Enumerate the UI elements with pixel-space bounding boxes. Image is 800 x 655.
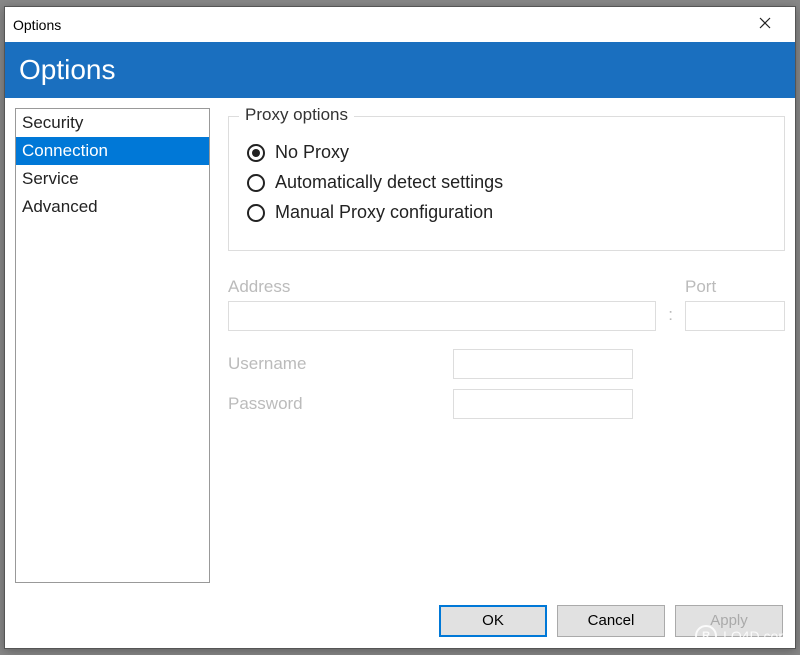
address-label: Address <box>228 277 656 297</box>
proxy-group-title: Proxy options <box>239 105 354 125</box>
radio-label: No Proxy <box>275 142 349 163</box>
close-button[interactable] <box>742 10 787 40</box>
window-title: Options <box>13 17 742 33</box>
address-input[interactable] <box>228 301 656 331</box>
radio-manual-proxy[interactable]: Manual Proxy configuration <box>247 202 766 223</box>
sidebar-item-security[interactable]: Security <box>16 109 209 137</box>
address-port-row: Address : Port <box>228 277 785 331</box>
username-row: Username <box>228 349 785 379</box>
radio-no-proxy[interactable]: No Proxy <box>247 142 766 163</box>
radio-icon <box>247 174 265 192</box>
radio-auto-detect[interactable]: Automatically detect settings <box>247 172 766 193</box>
category-sidebar: Security Connection Service Advanced <box>15 108 210 583</box>
password-row: Password <box>228 389 785 419</box>
password-label: Password <box>228 394 453 414</box>
username-input[interactable] <box>453 349 633 379</box>
port-label: Port <box>685 277 785 297</box>
sidebar-item-connection[interactable]: Connection <box>16 137 209 165</box>
header-title: Options <box>19 54 116 86</box>
options-dialog: Options Options Security Connection Serv… <box>4 6 796 649</box>
cancel-button[interactable]: Cancel <box>557 605 665 637</box>
titlebar: Options <box>5 7 795 42</box>
radio-label: Manual Proxy configuration <box>275 202 493 223</box>
radio-label: Automatically detect settings <box>275 172 503 193</box>
radio-icon-selected <box>247 144 265 162</box>
port-input[interactable] <box>685 301 785 331</box>
ok-button[interactable]: OK <box>439 605 547 637</box>
apply-button[interactable]: Apply <box>675 605 783 637</box>
username-label: Username <box>228 354 453 374</box>
address-port-separator: : <box>668 305 673 331</box>
settings-panel: Proxy options No Proxy Automatically det… <box>228 108 785 583</box>
sidebar-item-service[interactable]: Service <box>16 165 209 193</box>
header-banner: Options <box>5 42 795 98</box>
dialog-footer: OK Cancel Apply <box>5 593 795 648</box>
close-icon <box>759 16 771 33</box>
content-area: Security Connection Service Advanced Pro… <box>5 98 795 593</box>
sidebar-item-advanced[interactable]: Advanced <box>16 193 209 221</box>
proxy-options-group: Proxy options No Proxy Automatically det… <box>228 116 785 251</box>
radio-icon <box>247 204 265 222</box>
password-input[interactable] <box>453 389 633 419</box>
